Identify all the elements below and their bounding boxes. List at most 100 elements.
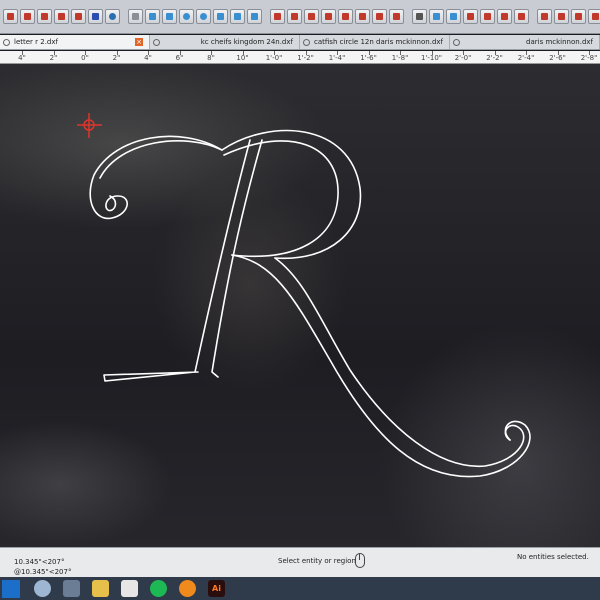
tool-group-view xyxy=(127,2,263,32)
zoom-in-icon[interactable] xyxy=(179,9,194,24)
fillet-icon[interactable] xyxy=(355,9,370,24)
polyline-tool-icon[interactable] xyxy=(20,9,35,24)
windows-start-icon[interactable] xyxy=(2,579,20,598)
mirror-icon[interactable] xyxy=(321,9,336,24)
dimension-icon[interactable] xyxy=(429,9,444,24)
ruler-label: 10" xyxy=(236,54,249,62)
ruler-label: 4" xyxy=(144,54,152,62)
letter-r-top-inner xyxy=(99,140,223,179)
tab-letter-r-2[interactable]: letter r 2.dxf × xyxy=(0,35,150,49)
letter-r-stem-inner xyxy=(211,139,263,378)
zoom-out-icon[interactable] xyxy=(196,9,211,24)
fill-tool-icon[interactable] xyxy=(88,9,103,24)
tab-label: catfish circle 12n daris mckinnon.dxf xyxy=(314,38,443,46)
status-bar: 10.345"<207° @10.345"<207° Select entity… xyxy=(0,547,600,577)
mouse-icon xyxy=(355,553,365,568)
ruler-label: 2'-4" xyxy=(517,54,535,62)
letter-r-leg-inner xyxy=(274,257,525,467)
media-player-icon[interactable] xyxy=(179,580,196,597)
letter-r-inner-bowl xyxy=(223,140,339,257)
spotify-icon[interactable] xyxy=(150,580,167,597)
store-icon[interactable] xyxy=(121,580,138,597)
ruler-label: 1'-10" xyxy=(420,54,443,62)
letter-r-top-loop xyxy=(89,135,223,220)
windows-taskbar: Ai xyxy=(0,577,600,600)
ruler-label: 1'-6" xyxy=(360,54,377,62)
toolbar xyxy=(0,0,600,34)
grid-icon[interactable] xyxy=(128,9,143,24)
letter-r-top-arc xyxy=(221,129,362,260)
search-icon[interactable] xyxy=(34,580,51,597)
file-explorer-icon[interactable] xyxy=(92,580,109,597)
edge-browser-icon[interactable] xyxy=(63,580,80,597)
letter-r-leg-outer xyxy=(231,254,531,478)
ruler-label: 1'-0" xyxy=(265,54,283,62)
ruler-label: 2'-8" xyxy=(580,54,598,62)
origin-crosshair-icon xyxy=(77,113,102,138)
tab-label: kc cheifs kingdom 24n.dxf xyxy=(200,38,293,46)
zoom-extents-icon[interactable] xyxy=(247,9,262,24)
node-edit-icon[interactable] xyxy=(463,9,478,24)
circle-tool-icon[interactable] xyxy=(54,9,69,24)
tab-kc-cheifs-kingdom[interactable]: kc cheifs kingdom 24n.dxf xyxy=(150,35,300,49)
extend-icon[interactable] xyxy=(287,9,302,24)
ruler-label: 0" xyxy=(81,54,89,62)
illustrator-icon[interactable]: Ai xyxy=(208,580,225,597)
ruler-label: 8" xyxy=(207,54,215,62)
tool-group-misc xyxy=(536,2,600,32)
zoom-window-icon[interactable] xyxy=(213,9,228,24)
pencil-tool-icon[interactable] xyxy=(71,9,86,24)
tab-close-button[interactable]: × xyxy=(135,38,143,46)
copy-icon[interactable] xyxy=(571,9,586,24)
tool-group-edit xyxy=(269,2,405,32)
pan-icon[interactable] xyxy=(230,9,245,24)
no-entry-icon[interactable] xyxy=(105,9,120,24)
ruler-label: 1'-8" xyxy=(391,54,409,62)
tab-catfish-circle[interactable]: catfish circle 12n daris mckinnon.dxf xyxy=(300,35,450,49)
chamfer-icon[interactable] xyxy=(372,9,387,24)
command-prompt: Select entity or region xyxy=(278,557,356,565)
array-icon[interactable] xyxy=(338,9,353,24)
drawing-file-icon xyxy=(303,38,310,46)
ruler-label: 2" xyxy=(112,54,121,62)
arc-tool-icon[interactable] xyxy=(37,9,52,24)
ruler-label: 6" xyxy=(175,54,184,62)
drawing-file-icon xyxy=(3,38,10,46)
selection-info: No entities selected. xyxy=(517,553,589,561)
redo-icon[interactable] xyxy=(162,9,177,24)
tab-daris-mckinnon[interactable]: daris mckinnon.dxf xyxy=(450,35,600,49)
tab-label: daris mckinnon.dxf xyxy=(526,38,593,46)
offset-icon[interactable] xyxy=(304,9,319,24)
document-tab-bar: letter r 2.dxf × kc cheifs kingdom 24n.d… xyxy=(0,35,600,50)
scale-icon[interactable] xyxy=(514,9,529,24)
ruler-label: 2'-6" xyxy=(549,54,566,62)
measure-icon[interactable] xyxy=(446,9,461,24)
relative-coordinates: @10.345"<207° xyxy=(14,568,72,576)
rotate-icon[interactable] xyxy=(537,9,552,24)
horizontal-ruler: 4" 2" 0" 2" 4" 6" 8" 10" 1'-0" 1'-2" 1'-4" 1'-6" 1'-… xyxy=(0,51,600,64)
tab-label: letter r 2.dxf xyxy=(14,38,58,46)
drawing-svg xyxy=(77,113,531,478)
text-tool-icon[interactable] xyxy=(412,9,427,24)
drawing-file-icon xyxy=(453,38,460,46)
ruler-label: 1'-4" xyxy=(328,54,346,62)
letter-r-outline[interactable] xyxy=(89,129,531,478)
move-icon[interactable] xyxy=(554,9,569,24)
ruler-label: 1'-2" xyxy=(297,54,314,62)
align-icon[interactable] xyxy=(588,9,600,24)
break-icon[interactable] xyxy=(389,9,404,24)
ruler-label: 2'-2" xyxy=(486,54,503,62)
letter-r-stem xyxy=(103,139,251,382)
line-tool-icon[interactable] xyxy=(3,9,18,24)
undo-icon[interactable] xyxy=(145,9,160,24)
join-icon[interactable] xyxy=(480,9,495,24)
drawing-canvas[interactable] xyxy=(0,64,600,547)
drawing-file-icon xyxy=(153,38,160,46)
cursor-coordinates: 10.345"<207° xyxy=(14,558,65,566)
ruler-label: 2'-0" xyxy=(454,54,472,62)
explode-icon[interactable] xyxy=(497,9,512,24)
trim-icon[interactable] xyxy=(270,9,285,24)
ruler-label: 4" xyxy=(18,54,26,62)
tool-group-draw xyxy=(2,2,121,32)
ruler-label: 2" xyxy=(49,54,58,62)
